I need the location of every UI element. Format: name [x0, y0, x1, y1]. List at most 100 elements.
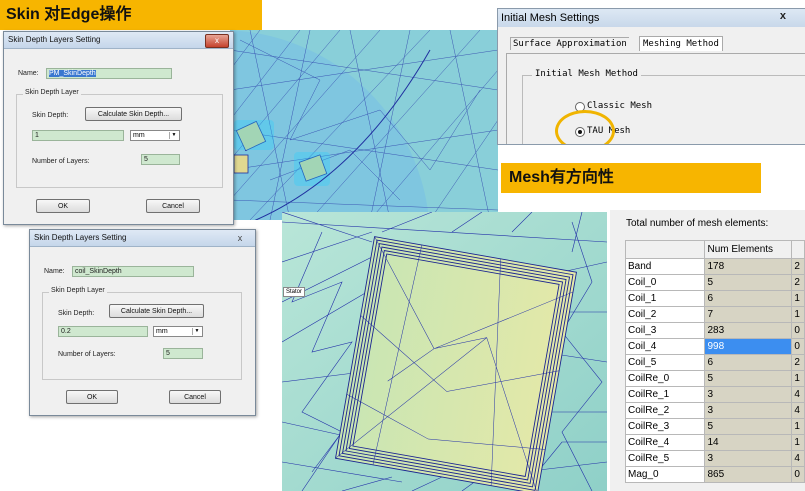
table-row[interactable]: Coil_1 6 1	[624, 290, 805, 307]
classic-mesh-label: Classic Mesh	[587, 101, 653, 111]
dialog-title-text: Skin Depth Layers Setting	[8, 35, 101, 44]
row-name-cell: CoilRe_5	[624, 450, 706, 467]
calculate-skin-depth-button[interactable]: Calculate Skin Depth...	[109, 304, 204, 318]
tab-surface-approximation[interactable]: Surface Approximation	[510, 37, 629, 50]
stator-label: Stator	[286, 289, 303, 295]
skin-edge-banner-text: Skin 对Edge操作	[6, 6, 132, 23]
dialog-title: Skin Depth Layers Setting	[4, 32, 233, 49]
layers-input[interactable]: 5	[163, 348, 203, 359]
row-name-cell: Band	[624, 258, 706, 275]
close-button[interactable]: x	[205, 34, 229, 48]
row-tail-cell: 1	[791, 370, 805, 387]
row-tail-cell: 0	[791, 338, 805, 355]
row-value-cell: 5	[704, 418, 793, 435]
name-input[interactable]: PM_SkinDepth	[46, 68, 172, 79]
table-row[interactable]: CoilRe_1 3 4	[624, 386, 805, 403]
skin-depth-dialog-coil: Skin Depth Layers Setting x Name: coil_S…	[29, 229, 256, 416]
table-row[interactable]: Coil_5 6 2	[624, 354, 805, 371]
chevron-down-icon: ▼	[169, 132, 178, 139]
window-titlebar: Initial Mesh Settings	[498, 9, 805, 27]
skin-depth-input[interactable]: 0.2	[58, 326, 148, 337]
row-tail-cell: 1	[791, 306, 805, 323]
mesh-table-wrap: Num Elements Band 178 2 Coil_0 5 2 Coil_1 6 1 Coi…	[624, 240, 805, 483]
mesh-direction-banner: Mesh有方向性	[501, 163, 761, 193]
unit-select[interactable]: mm ▼	[153, 326, 203, 337]
ok-button[interactable]: OK	[36, 199, 90, 213]
row-name-cell: Mag_0	[624, 466, 706, 483]
row-tail-cell: 1	[791, 418, 805, 435]
cancel-button[interactable]: Cancel	[169, 390, 221, 404]
table-row[interactable]: CoilRe_2 3 4	[624, 402, 805, 419]
layers-input[interactable]: 5	[141, 154, 180, 165]
dialog-title: Skin Depth Layers Setting	[30, 230, 255, 247]
motor-mesh-view	[230, 30, 498, 220]
motor-mesh-graphic	[230, 30, 498, 220]
skin-depth-label: Skin Depth:	[58, 310, 95, 317]
table-row[interactable]: Mag_0 865 0	[624, 466, 805, 483]
ok-button[interactable]: OK	[66, 390, 118, 404]
row-name-cell: Coil_3	[624, 322, 706, 339]
table-row[interactable]: CoilRe_3 5 1	[624, 418, 805, 435]
unit-select[interactable]: mm ▼	[130, 130, 180, 141]
table-header-corner	[624, 240, 706, 259]
calculate-skin-depth-button[interactable]: Calculate Skin Depth...	[85, 107, 182, 121]
table-header-row: Num Elements	[624, 240, 805, 259]
layers-label: Number of Layers:	[58, 351, 116, 358]
row-tail-cell: 2	[791, 258, 805, 275]
group-title: Skin Depth Layer	[49, 287, 107, 294]
row-name-cell: CoilRe_0	[624, 370, 706, 387]
table-caption: Total number of mesh elements:	[626, 218, 769, 229]
skin-depth-dialog-pm: Skin Depth Layers Setting x Name: PM_Ski…	[3, 31, 234, 225]
layers-label: Number of Layers:	[32, 158, 90, 165]
initial-mesh-settings-window: Initial Mesh Settings x Surface Approxim…	[497, 8, 805, 145]
table-row[interactable]: Coil_3 283 0	[624, 322, 805, 339]
row-value-cell: 3	[704, 402, 793, 419]
row-tail-cell: 2	[791, 354, 805, 371]
coil-mesh-view	[282, 212, 607, 491]
skin-depth-input[interactable]: 1	[32, 130, 124, 141]
stator-tag: Stator	[283, 287, 306, 297]
table-row[interactable]: Coil_2 7 1	[624, 306, 805, 323]
dialog-title-text: Skin Depth Layers Setting	[34, 233, 127, 242]
table-row[interactable]: CoilRe_5 3 4	[624, 450, 805, 467]
row-name-cell: CoilRe_2	[624, 402, 706, 419]
row-name-cell: Coil_4	[624, 338, 706, 355]
column-header-tail	[791, 240, 805, 259]
row-tail-cell: 4	[791, 450, 805, 467]
row-name-cell: CoilRe_3	[624, 418, 706, 435]
tab-meshing-method[interactable]: Meshing Method	[639, 36, 723, 51]
row-value-cell: 3	[704, 450, 793, 467]
row-value-cell: 283	[704, 322, 793, 339]
close-button[interactable]: x	[229, 232, 251, 244]
window-title-text: Initial Mesh Settings	[501, 12, 600, 24]
row-value-cell: 6	[704, 354, 793, 371]
group-title: Skin Depth Layer	[23, 89, 81, 96]
cancel-button[interactable]: Cancel	[146, 199, 200, 213]
row-name-cell: CoilRe_1	[624, 386, 706, 403]
row-value-cell: 7	[704, 306, 793, 323]
row-value-cell: 14	[704, 434, 793, 451]
row-value-cell: 178	[704, 258, 793, 275]
row-name-cell: Coil_5	[624, 354, 706, 371]
name-label: Name:	[18, 70, 39, 77]
close-button[interactable]: x	[780, 10, 786, 22]
row-value-cell: 5	[704, 370, 793, 387]
table-row[interactable]: CoilRe_0 5 1	[624, 370, 805, 387]
table-row[interactable]: Coil_0 5 2	[624, 274, 805, 291]
row-tail-cell: 1	[791, 290, 805, 307]
name-label: Name:	[44, 268, 65, 275]
coil-mesh-graphic	[282, 212, 607, 491]
unit-value: mm	[156, 328, 168, 335]
mesh-elements-table: Num Elements Band 178 2 Coil_0 5 2 Coil_1 6 1 Coi…	[624, 240, 805, 483]
table-row[interactable]: CoilRe_4 14 1	[624, 434, 805, 451]
skin-edge-banner: Skin 对Edge操作	[0, 0, 262, 30]
table-row[interactable]: Coil_4 998 0	[624, 338, 805, 355]
name-input[interactable]: coil_SkinDepth	[72, 266, 194, 277]
mesh-method-group-title: Initial Mesh Method	[532, 69, 641, 79]
mesh-elements-panel: Total number of mesh elements: Num Eleme…	[610, 210, 805, 491]
unit-value: mm	[133, 132, 145, 139]
row-value-cell: 6	[704, 290, 793, 307]
table-row[interactable]: Band 178 2	[624, 258, 805, 275]
row-tail-cell: 2	[791, 274, 805, 291]
mesh-direction-banner-text: Mesh有方向性	[509, 169, 614, 186]
